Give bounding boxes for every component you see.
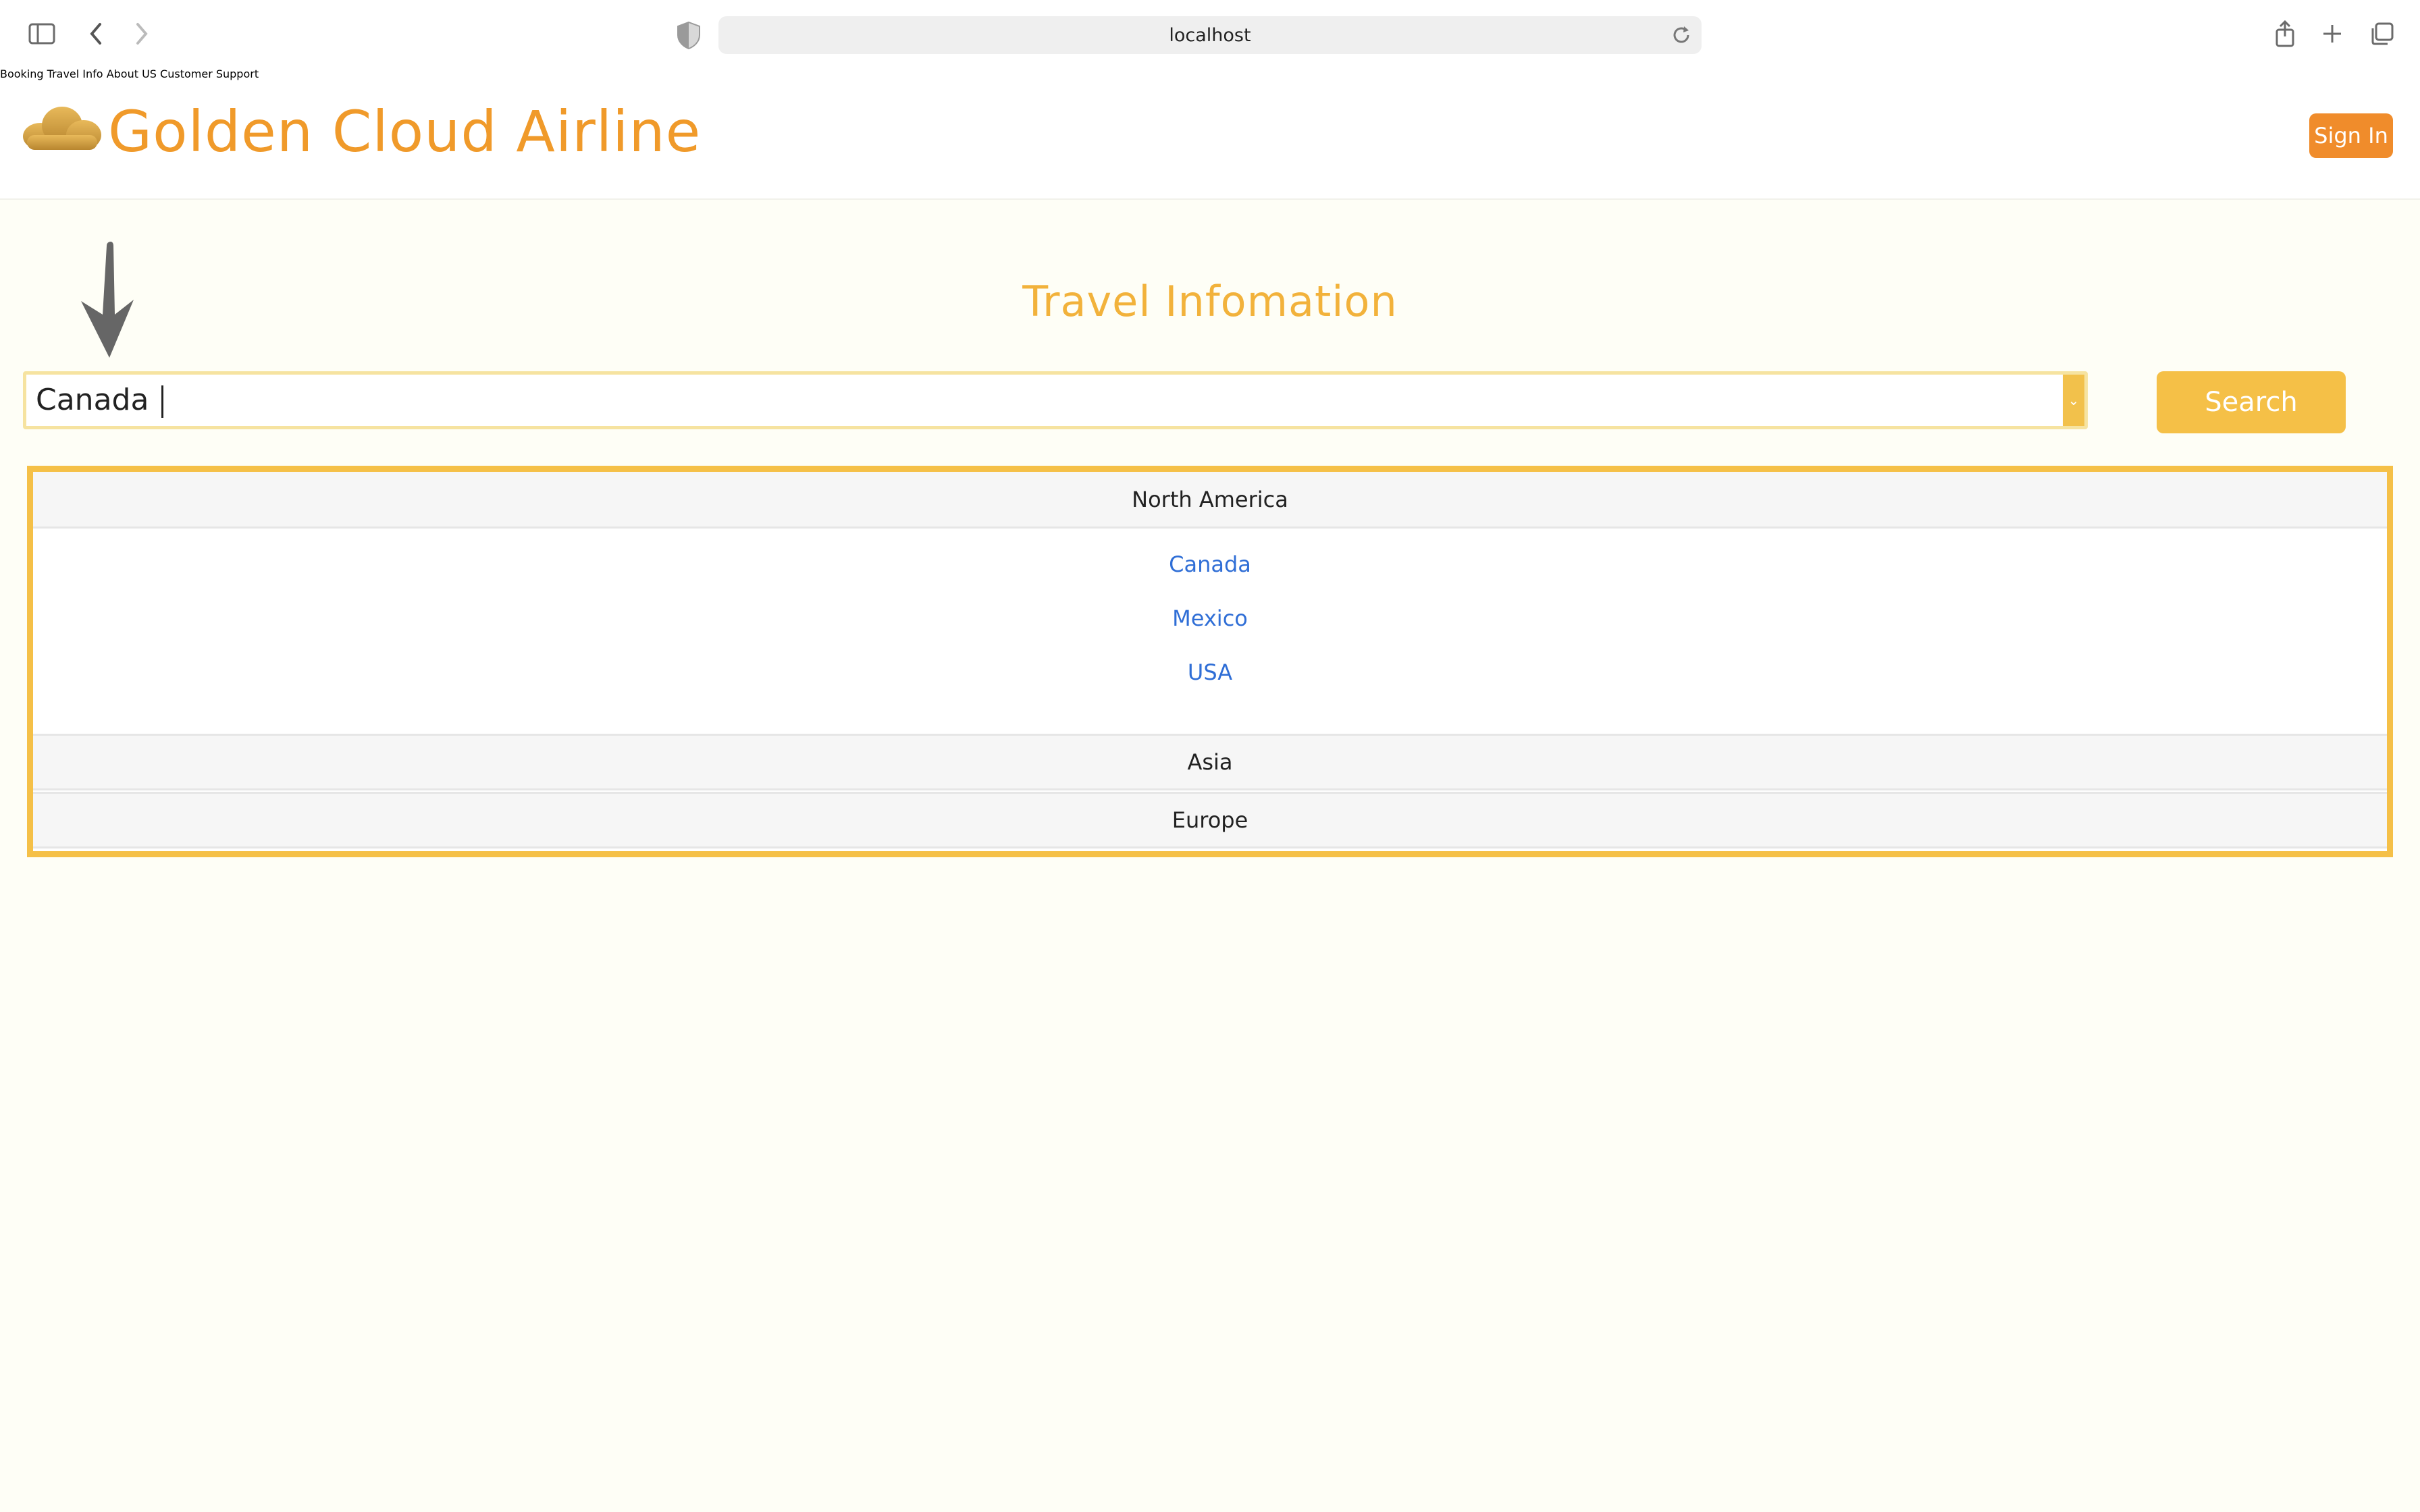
- address-bar[interactable]: localhost: [718, 16, 1702, 54]
- region-header-europe[interactable]: Europe: [33, 792, 2387, 848]
- country-search-combobox[interactable]: ⌄: [23, 371, 2088, 429]
- country-link-usa[interactable]: USA: [33, 659, 2387, 685]
- nav-customer-support[interactable]: Customer Support: [160, 68, 259, 80]
- search-button[interactable]: Search: [2157, 371, 2346, 433]
- privacy-shield-icon[interactable]: [675, 20, 702, 50]
- url-text: localhost: [1169, 24, 1251, 46]
- region-header-north-america[interactable]: North America: [33, 472, 2387, 529]
- site-header: Golden Cloud Airline Booking Travel Info…: [0, 68, 2420, 200]
- region-header-asia[interactable]: Asia: [33, 734, 2387, 790]
- reload-icon[interactable]: [1671, 24, 1692, 46]
- tab-overview-icon[interactable]: [2363, 15, 2401, 53]
- nav-booking[interactable]: Booking: [0, 68, 44, 80]
- search-input[interactable]: [32, 377, 2051, 422]
- annotation-down-arrow-icon: [81, 242, 134, 358]
- brand-title[interactable]: Golden Cloud Airline: [108, 94, 701, 169]
- sidebar-toggle-icon[interactable]: [23, 15, 61, 53]
- sign-in-button[interactable]: Sign In: [2309, 113, 2393, 158]
- nav-travel-info[interactable]: Travel Info: [47, 68, 103, 80]
- cloud-logo-icon[interactable]: [20, 101, 103, 155]
- back-icon[interactable]: [77, 15, 115, 53]
- page-title: Travel Infomation: [1022, 277, 1398, 326]
- chevron-down-icon[interactable]: ⌄: [2063, 375, 2084, 426]
- country-link-mexico[interactable]: Mexico: [33, 605, 2387, 631]
- browser-chrome: localhost: [0, 0, 2420, 68]
- nav-about-us[interactable]: About US: [107, 68, 157, 80]
- region-accordion: North America Canada Mexico USA Asia Eur…: [27, 466, 2393, 857]
- share-icon[interactable]: [2266, 15, 2304, 53]
- text-cursor: [161, 385, 163, 418]
- new-tab-icon[interactable]: [2313, 15, 2351, 53]
- country-link-canada[interactable]: Canada: [33, 551, 2387, 577]
- forward-icon[interactable]: [123, 15, 161, 53]
